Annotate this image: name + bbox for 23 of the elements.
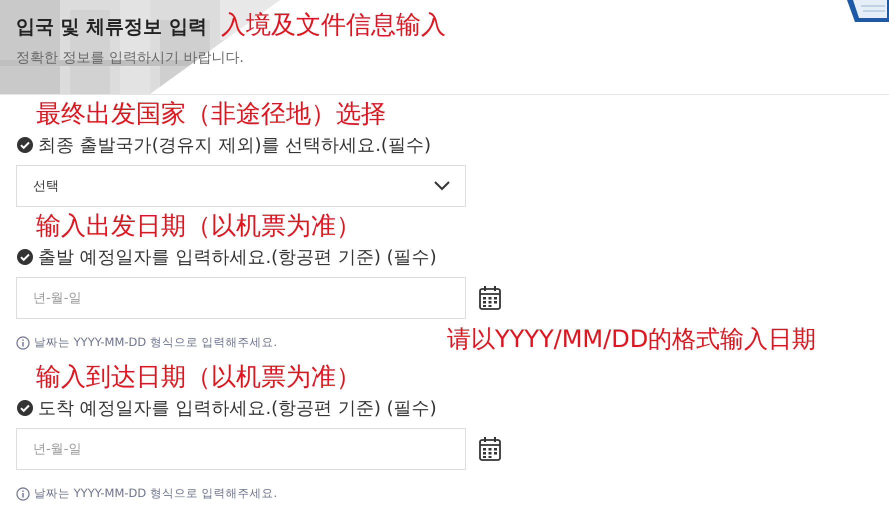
- page-title: 입국 및 체류정보 입력: [16, 15, 207, 40]
- check-icon: [16, 136, 34, 154]
- subtitle: 정확한 정보를 입력하시기 바랍니다.: [16, 49, 244, 67]
- date-field[interactable]: 년-월-일: [16, 277, 466, 319]
- calendar-icon[interactable]: [478, 436, 502, 462]
- calendar-icon[interactable]: [478, 285, 502, 311]
- field-label: 출발 예정일자를 입력하세요.(항공편 기준) (필수): [38, 246, 437, 269]
- annotation: 输入出发日期（以机票为准）: [36, 210, 361, 242]
- field-label: 도착 예정일자를 입력하세요.(항공편 기준) (필수): [38, 397, 437, 420]
- info-icon: [16, 336, 30, 350]
- check-icon: [16, 248, 34, 266]
- annotation: 入境及文件信息输入: [220, 9, 446, 41]
- field-label: 최종 출발국가(경유지 제외)를 선택하세요.(필수): [38, 134, 431, 157]
- info-icon: [16, 486, 30, 500]
- hint-text: 날짜는 YYYY-MM-DD 형식으로 입력해주세요.: [34, 335, 278, 350]
- country-select[interactable]: 선택: [16, 165, 466, 207]
- chevron-icon: [433, 180, 451, 192]
- date-field[interactable]: 년-월-일: [16, 428, 466, 470]
- annotation: 输入到达日期（以机票为准）: [36, 361, 361, 393]
- hint-text: 날짜는 YYYY-MM-DD 형식으로 입력해주세요.: [34, 486, 278, 501]
- check-icon: [16, 399, 34, 417]
- annotation: 最终出发国家（非途径地）选择: [36, 98, 386, 130]
- annotation: 请以YYYY/MM/DD的格式输入日期: [447, 324, 816, 355]
